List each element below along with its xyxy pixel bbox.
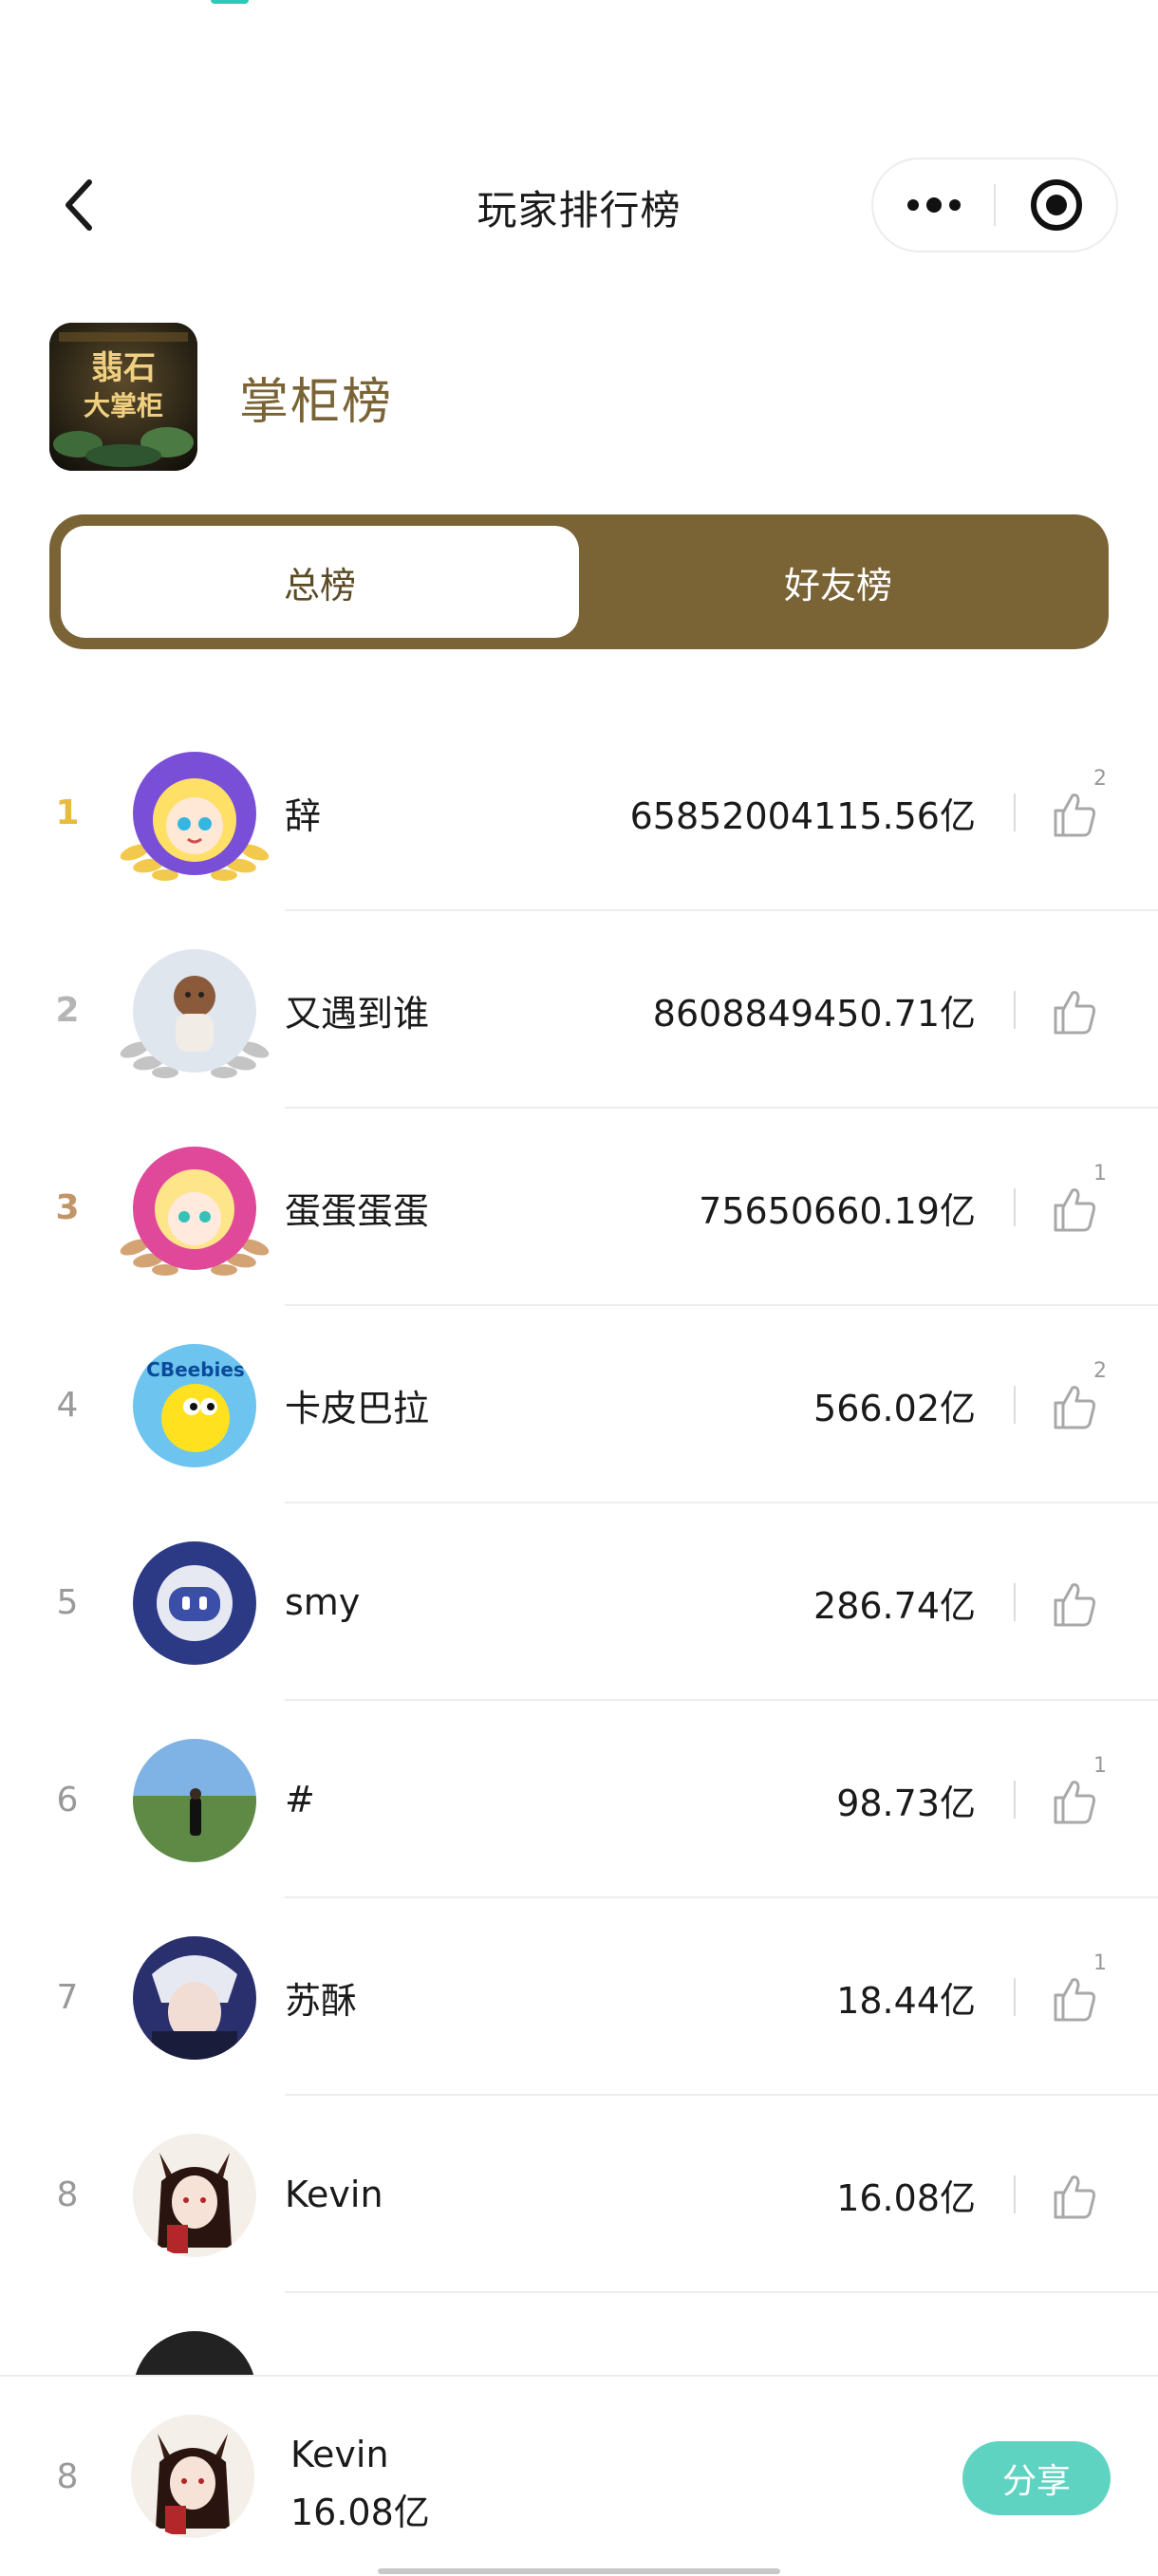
thumbs-up-icon	[1054, 2175, 1095, 2219]
rank-number: 1	[55, 793, 80, 832]
avatar	[123, 1931, 266, 2073]
player-name: #	[285, 1779, 315, 1820]
rank-number: 7	[56, 1977, 79, 2017]
navigation-bar: 玩家排行榜	[0, 142, 1158, 268]
list-item[interactable]: 2 又遇到谁 8608849450.71亿	[0, 911, 1158, 1109]
player-score: 75650660.19亿	[699, 1189, 976, 1232]
tab-overall[interactable]: 总榜	[61, 526, 579, 638]
player-name: 蛋蛋蛋蛋	[285, 1189, 430, 1232]
like-button[interactable]: 1	[1052, 1754, 1112, 1834]
avatar: CBeebies	[123, 1338, 266, 1481]
leaderboard-tabs: 总榜 好友榜	[49, 514, 1109, 649]
rank-number: 2	[55, 990, 80, 1030]
row-separator	[1014, 1781, 1016, 1819]
like-button[interactable]: 2	[1052, 1359, 1112, 1439]
rank-number: 8	[56, 2175, 79, 2214]
my-name: Kevin	[290, 2434, 389, 2475]
player-name: 又遇到谁	[285, 992, 430, 1035]
row-separator	[1014, 2175, 1016, 2213]
thumbs-up-icon	[1054, 793, 1095, 837]
like-count: 2	[1093, 767, 1107, 791]
list-item[interactable]: 7 苏酥 18.44亿 1	[0, 1898, 1158, 2096]
logo-text-line2: 大掌柜	[83, 390, 163, 421]
player-score: 286.74亿	[813, 1584, 976, 1627]
thumbs-up-icon	[1054, 1583, 1095, 1627]
like-count: 1	[1093, 1162, 1107, 1185]
list-item[interactable]: 6 # 98.73亿 1	[0, 1701, 1158, 1898]
thumbs-up-icon	[1054, 1188, 1095, 1232]
row-separator	[1014, 991, 1016, 1029]
my-score: 16.08亿	[290, 2492, 430, 2533]
player-score: 8608849450.71亿	[652, 992, 976, 1035]
more-dots-icon	[906, 197, 961, 213]
row-separator	[1014, 1978, 1016, 2016]
game-logo: 翡石 大掌柜	[49, 323, 197, 471]
player-score: 16.08亿	[836, 2176, 976, 2219]
avatar	[123, 1536, 266, 1678]
player-name: smy	[285, 1581, 361, 1623]
rank-number: 4	[56, 1385, 79, 1425]
thumbs-up-icon	[1054, 1781, 1095, 1824]
list-item[interactable]: 5 smy 286.74亿	[0, 1503, 1158, 1701]
like-button[interactable]	[1052, 1568, 1112, 1636]
rank-number: 3	[55, 1187, 80, 1227]
list-item[interactable]: 3 蛋蛋蛋蛋 75650660.19亿 1	[0, 1109, 1158, 1306]
row-separator	[1014, 1188, 1016, 1226]
like-count: 1	[1093, 1951, 1107, 1975]
leaderboard-title: 掌柜榜	[239, 373, 394, 431]
mini-program-capsule	[871, 158, 1118, 252]
like-count: 2	[1093, 1359, 1107, 1383]
like-button[interactable]: 1	[1052, 1162, 1112, 1241]
avatar	[120, 943, 270, 1086]
leaderboard-header: 翡石 大掌柜 掌柜榜	[49, 323, 393, 471]
close-mini-program-button[interactable]	[996, 159, 1116, 251]
list-item[interactable]: 8 Kevin 16.08亿	[0, 2096, 1158, 2293]
my-rank-number: 8	[56, 2456, 79, 2496]
avatar	[133, 2331, 256, 2379]
like-button[interactable]: 2	[1052, 767, 1112, 847]
avatar	[120, 746, 270, 888]
avatar-logo-text: CBeebies	[146, 1358, 245, 1381]
row-separator	[1014, 793, 1016, 831]
my-rank-bar: 8 Kevin 16.08亿 分享	[0, 2375, 1158, 2574]
home-indicator	[378, 2568, 780, 2574]
avatar	[123, 2128, 266, 2270]
player-score: 65852004115.56亿	[629, 794, 976, 837]
thumbs-up-icon	[1054, 991, 1095, 1035]
avatar	[120, 1141, 270, 1283]
tab-friends[interactable]: 好友榜	[579, 526, 1097, 638]
player-score: 566.02亿	[813, 1387, 976, 1429]
avatar	[123, 1733, 266, 1876]
logo-text-line1: 翡石	[91, 349, 156, 387]
like-button[interactable]	[1052, 976, 1112, 1044]
row-separator	[1014, 1583, 1016, 1621]
player-name: 苏酥	[285, 1979, 358, 2022]
like-count: 1	[1093, 1754, 1107, 1778]
share-button[interactable]: 分享	[962, 2441, 1111, 2515]
rank-number: 5	[56, 1582, 79, 1622]
like-button[interactable]	[1052, 2160, 1112, 2229]
player-score: 18.44亿	[836, 1979, 976, 2022]
rank-number: 6	[56, 1780, 79, 1820]
my-avatar	[131, 2415, 254, 2538]
player-name: 卡皮巴拉	[285, 1387, 430, 1429]
record-target-icon	[1030, 179, 1082, 231]
like-button[interactable]: 1	[1052, 1951, 1112, 2031]
list-item-partial	[0, 2293, 1158, 2379]
player-score: 98.73亿	[836, 1782, 976, 1824]
thumbs-up-icon	[1054, 1978, 1095, 2022]
player-name: Kevin	[285, 2174, 383, 2215]
more-button[interactable]	[873, 159, 994, 251]
leaderboard-list: 1 辞 65852004115.56亿 2 2 又遇到谁 8608849450.…	[0, 714, 1158, 2293]
thumbs-up-icon	[1054, 1386, 1095, 1429]
status-indicator	[211, 0, 249, 4]
list-item[interactable]: 1 辞 65852004115.56亿 2	[0, 714, 1158, 911]
player-name: 辞	[285, 794, 322, 837]
list-item[interactable]: 4 CBeebies 卡皮巴拉 566.02亿 2	[0, 1306, 1158, 1503]
row-separator	[1014, 1386, 1016, 1424]
